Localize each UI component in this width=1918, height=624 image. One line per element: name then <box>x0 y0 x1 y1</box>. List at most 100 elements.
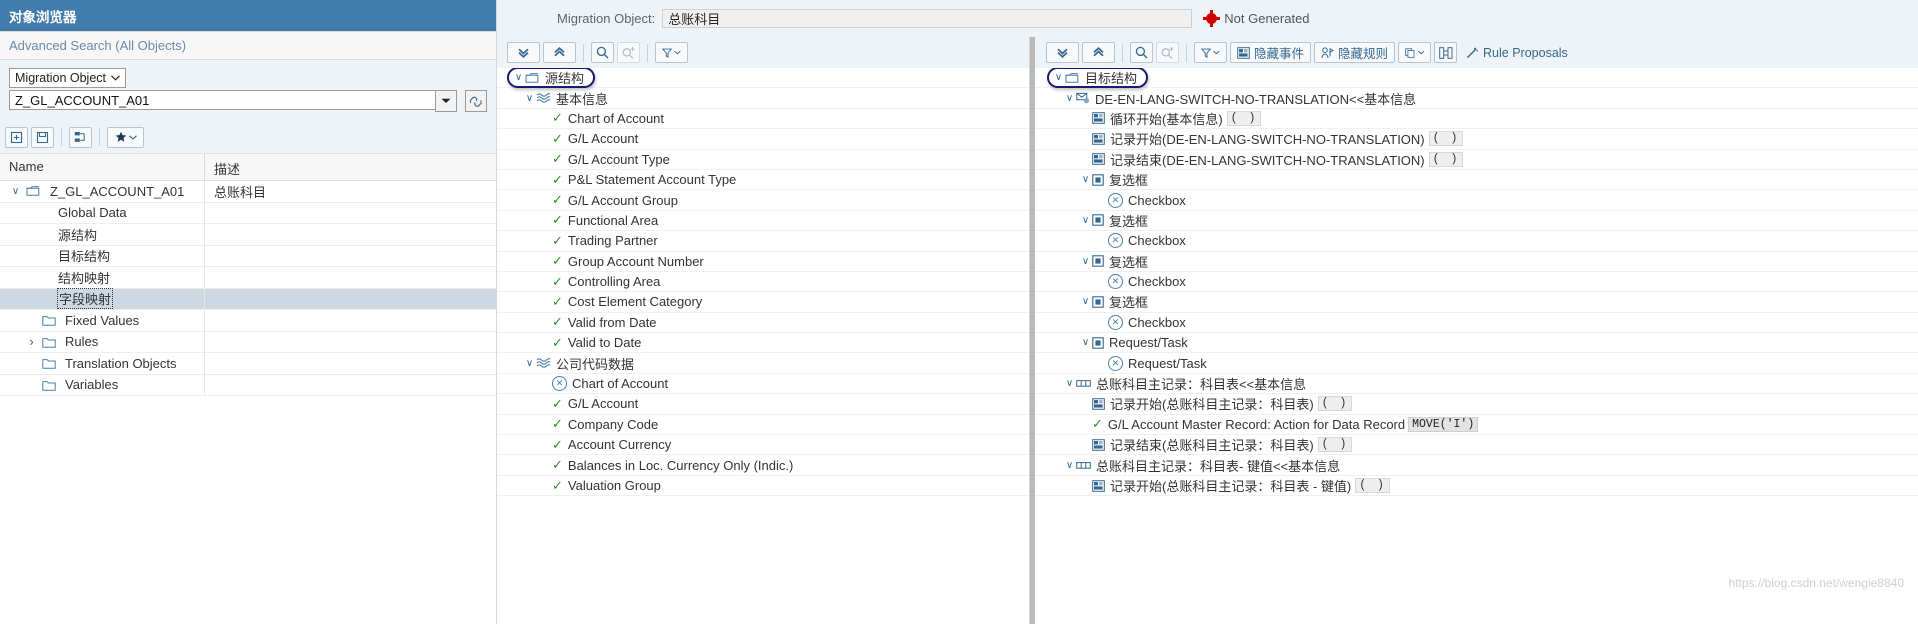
tree-node[interactable]: ✕ Checkbox <box>1035 313 1918 334</box>
expand-all-icon[interactable] <box>1046 42 1079 63</box>
tree-node[interactable]: 记录开始(DE-EN-LANG-SWITCH-NO-TRANSLATION)( … <box>1035 129 1918 150</box>
tree-node[interactable]: ∨ DE-EN-LANG-SWITCH-NO-TRANSLATION<<基本信息 <box>1035 88 1918 109</box>
tree-node[interactable]: ✓ G/L Account <box>497 129 1029 150</box>
tree-node[interactable]: ✓ G/L Account Master Record: Action for D… <box>1035 415 1918 436</box>
filter-type-dropdown[interactable]: Migration Object <box>9 68 127 88</box>
search-add-icon[interactable] <box>1156 42 1179 63</box>
tree-node[interactable]: ✕ Chart of Account <box>497 374 1029 395</box>
tree-node[interactable]: 循环开始(基本信息)( ) <box>1035 109 1918 130</box>
table-row[interactable]: Variables <box>0 374 496 396</box>
chevron-down-icon[interactable]: ∨ <box>1079 256 1092 267</box>
tree-node[interactable]: 记录开始(总账科目主记录：科目表 - 键值)( ) <box>1035 476 1918 497</box>
tree-node[interactable]: 记录结束(DE-EN-LANG-SWITCH-NO-TRANSLATION)( … <box>1035 150 1918 170</box>
chevron-down-icon[interactable]: ∨ <box>1079 296 1092 307</box>
filter-icon[interactable] <box>655 42 688 63</box>
table-row[interactable]: 目标结构 <box>0 245 496 267</box>
favorites-icon[interactable] <box>107 126 144 148</box>
tree-node[interactable]: ✓ G/L Account Type <box>497 150 1029 170</box>
tree-node[interactable]: ✓ Balances in Loc. Currency Only (Indic.) <box>497 455 1029 476</box>
tree-node[interactable]: ✓ P&L Statement Account Type <box>497 170 1029 191</box>
tree-node[interactable]: ∨ 目标结构 <box>1035 68 1918 89</box>
tree-node[interactable]: ∨ Request/Task <box>1035 333 1918 354</box>
tree-node[interactable]: ✓ Valid from Date <box>497 313 1029 334</box>
chevron-down-icon[interactable]: ∨ <box>1063 93 1076 104</box>
tree-node-content: ✓ Company Code <box>539 416 658 432</box>
chevron-down-icon[interactable]: ∨ <box>523 358 536 369</box>
chevron-down-icon[interactable]: ∨ <box>1063 460 1076 471</box>
tree-node[interactable]: ✓ G/L Account <box>497 394 1029 415</box>
chevron-right-icon[interactable]: › <box>25 334 38 349</box>
value-help-dropdown-button[interactable] <box>435 90 457 112</box>
chevron-down-icon[interactable]: ∨ <box>1052 72 1065 83</box>
table-row[interactable]: 字段映射 <box>0 288 496 310</box>
table-row[interactable]: Global Data <box>0 202 496 224</box>
tree-node[interactable]: ✓ Valid to Date <box>497 333 1029 354</box>
save-object-icon[interactable] <box>31 126 54 148</box>
tree-node[interactable]: ∨ 复选框 <box>1035 292 1918 313</box>
rule-proposals-button[interactable]: Rule Proposals <box>1460 42 1574 63</box>
tree-node[interactable]: ∨ 复选框 <box>1035 170 1918 191</box>
tree-node[interactable]: ✓ Account Currency <box>497 435 1029 456</box>
migration-object-value-input[interactable]: 总账科目 <box>662 9 1193 28</box>
table-row[interactable]: 源结构 <box>0 224 496 246</box>
tree-node-content: ∨ 复选框 <box>1079 252 1148 271</box>
new-object-icon[interactable] <box>5 126 28 148</box>
filter-icon[interactable] <box>1194 42 1227 63</box>
collapse-all-icon[interactable] <box>543 42 576 63</box>
tree-node[interactable]: ∨ 总账科目主记录：科目表- 键值<<基本信息 <box>1035 455 1918 476</box>
migration-object-header: Migration Object: 总账科目 Not Generated <box>497 0 1918 37</box>
tree-node[interactable]: ✓ Group Account Number <box>497 252 1029 272</box>
column-header-name[interactable]: Name <box>0 154 205 180</box>
chevron-down-icon[interactable]: ∨ <box>523 93 536 104</box>
table-row[interactable]: › Rules <box>0 331 496 353</box>
table-row[interactable]: Fixed Values <box>0 310 496 332</box>
tree-node[interactable]: ✓ Functional Area <box>497 211 1029 232</box>
search-icon[interactable] <box>1130 42 1153 63</box>
tree-node[interactable]: ✓ Company Code <box>497 415 1029 436</box>
tree-node[interactable]: ✕ Checkbox <box>1035 190 1918 211</box>
tree-node[interactable]: ✓ Controlling Area <box>497 272 1029 293</box>
chevron-down-icon[interactable]: ∨ <box>1079 337 1092 348</box>
hide-rules-button[interactable]: 隐藏规则 <box>1314 42 1396 63</box>
tree-node[interactable]: ∨ 总账科目主记录：科目表<<基本信息 <box>1035 374 1918 395</box>
hide-events-button[interactable]: 隐藏事件 <box>1230 42 1312 63</box>
link-icon[interactable] <box>465 90 487 112</box>
tree-node[interactable]: ∨ 复选框 <box>1035 211 1918 232</box>
transform-icon[interactable] <box>1434 42 1458 63</box>
copy-icon[interactable] <box>1398 42 1432 63</box>
collapse-all-icon[interactable] <box>1082 42 1115 63</box>
hierarchy-icon[interactable] <box>69 126 92 148</box>
tree-node[interactable]: ✕ Checkbox <box>1035 231 1918 252</box>
chevron-down-icon[interactable]: ∨ <box>1063 378 1076 389</box>
source-structure-tree[interactable]: ∨ 源结构 ∨ 基本信息 ✓ Chart of Account ✓ G/L Account… <box>497 68 1029 624</box>
tree-node[interactable]: ∨ 基本信息 <box>497 88 1029 109</box>
chevron-down-icon[interactable]: ∨ <box>9 186 22 197</box>
chevron-down-icon[interactable]: ∨ <box>512 72 525 83</box>
search-icon[interactable] <box>591 42 614 63</box>
expand-all-icon[interactable] <box>507 42 540 63</box>
tree-node[interactable]: 记录开始(总账科目主记录：科目表)( ) <box>1035 394 1918 415</box>
tree-node[interactable]: ✓ G/L Account Group <box>497 190 1029 211</box>
tree-node[interactable]: ✓ Valuation Group <box>497 476 1029 497</box>
table-row[interactable]: 结构映射 <box>0 267 496 289</box>
tree-node[interactable]: ✕ Request/Task <box>1035 353 1918 374</box>
tree-node[interactable]: ✓ Trading Partner <box>497 231 1029 252</box>
chevron-down-icon[interactable]: ∨ <box>1079 215 1092 226</box>
table-row[interactable]: Translation Objects <box>0 353 496 375</box>
tree-node[interactable]: ∨ 公司代码数据 <box>497 353 1029 374</box>
tree-node[interactable]: ∨ 复选框 <box>1035 252 1918 272</box>
target-structure-tree[interactable]: ∨ 目标结构 ∨ DE-EN-LANG-SWITCH-NO-TRANSLATION<<… <box>1035 68 1918 624</box>
migration-object-search-input[interactable]: Z_GL_ACCOUNT_A01 <box>9 90 435 110</box>
tree-node[interactable]: ✕ Checkbox <box>1035 272 1918 293</box>
tree-node[interactable]: ✓ Chart of Account <box>497 109 1029 130</box>
column-header-desc[interactable]: 描述 <box>205 154 496 180</box>
tree-node[interactable]: ∨ 源结构 <box>497 68 1029 89</box>
tree-node[interactable]: ✓ Cost Element Category <box>497 292 1029 313</box>
chevron-down-icon[interactable]: ∨ <box>1079 174 1092 185</box>
table-row[interactable]: ∨ Z_GL_ACCOUNT_A01 总账科目 <box>0 181 496 203</box>
tree-node[interactable]: 记录结束(总账科目主记录：科目表)( ) <box>1035 435 1918 456</box>
search-add-icon[interactable] <box>617 42 640 63</box>
table-node-icon <box>1076 379 1091 388</box>
advanced-search-link[interactable]: Advanced Search (All Objects) <box>0 31 496 60</box>
